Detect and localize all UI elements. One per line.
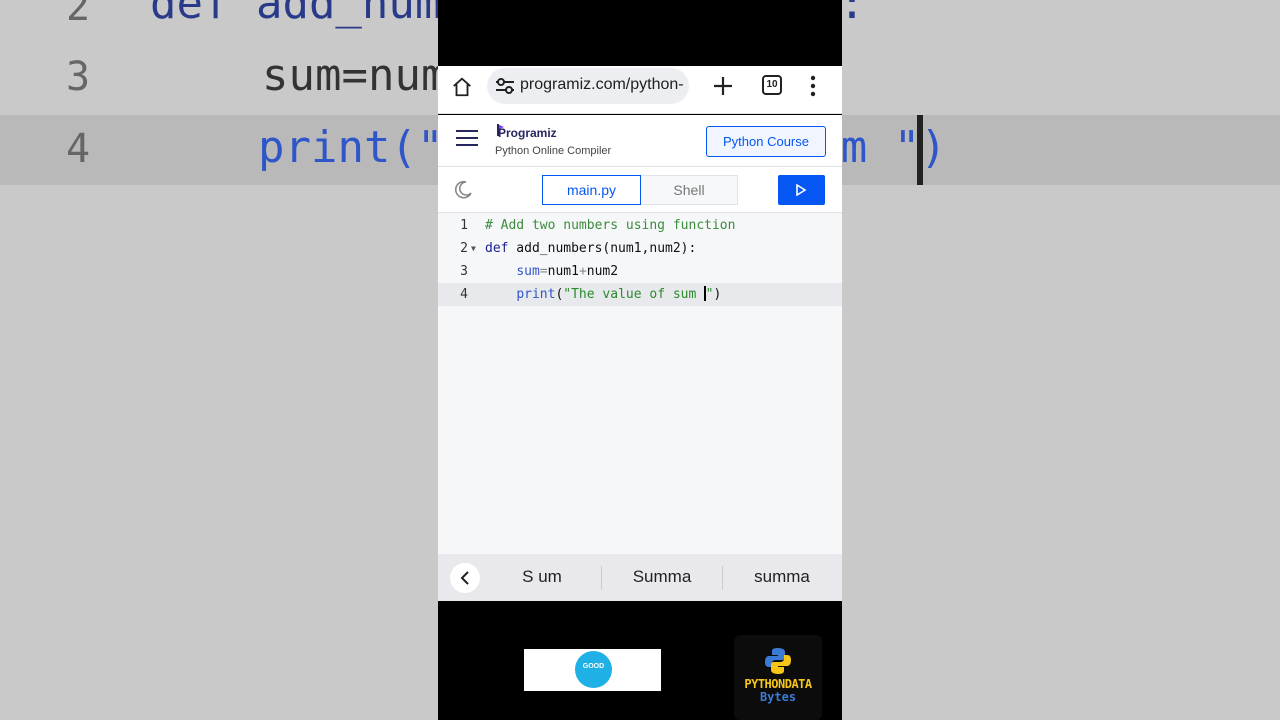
plus-icon[interactable]: [711, 74, 735, 98]
python-logo-icon: [765, 648, 791, 674]
hamburger-icon[interactable]: [456, 130, 478, 148]
keyboard-suggestions: S um Summa summa: [438, 554, 842, 601]
tab-shell[interactable]: Shell: [641, 175, 738, 205]
suggestion-back-button[interactable]: [450, 563, 480, 593]
code-line-active: 4 print("The value of sum "): [438, 283, 842, 306]
browser-bar: programiz.com/python-programming/online-…: [438, 66, 842, 114]
more-vert-icon[interactable]: [809, 75, 817, 97]
editor-toolbar: main.py Shell: [438, 167, 842, 213]
code-text: sum=num1+num2: [516, 264, 619, 279]
home-icon[interactable]: [451, 76, 473, 98]
channel-badge-left: GOOD: [524, 649, 661, 691]
bg-line-number-4: 4: [66, 126, 91, 172]
moon-icon[interactable]: [453, 180, 473, 200]
tabs-icon[interactable]: 10: [762, 75, 782, 95]
line-number: 2: [460, 241, 468, 256]
good-logo: GOOD: [575, 651, 612, 688]
url-text: programiz.com/python-programming/online-…: [520, 76, 684, 93]
code-text: def add_numbers(num1,num2):: [485, 241, 697, 256]
site-subtitle: Python Online Compiler: [495, 145, 612, 157]
code-line: 3 sum=num1+num2: [438, 260, 842, 283]
code-text: # Add two numbers using function: [485, 218, 736, 233]
tab-main-py[interactable]: main.py: [542, 175, 641, 205]
line-number: 1: [460, 218, 468, 233]
phone-screen: programiz.com/python-programming/online-…: [438, 0, 842, 720]
tune-icon[interactable]: [495, 77, 515, 95]
brand-name-line1: PYTHONDATA: [744, 677, 812, 691]
url-bar[interactable]: programiz.com/python-programming/online-…: [487, 68, 689, 104]
play-icon: [796, 184, 807, 196]
suggestion-3[interactable]: summa: [722, 567, 842, 587]
code-line: 2 ▼ def add_numbers(num1,num2):: [438, 237, 842, 260]
suggestion-1[interactable]: S um: [482, 567, 602, 587]
python-course-button[interactable]: Python Course: [706, 126, 826, 157]
suggestion-2[interactable]: Summa: [602, 567, 722, 587]
bg-cursor: [917, 115, 923, 185]
brand-name-line2: Bytes: [759, 690, 797, 704]
line-number: 3: [460, 264, 468, 279]
bg-line-number-3: 3: [66, 54, 91, 100]
bg-line-number-2: 2: [66, 0, 91, 30]
line-number: 4: [460, 287, 468, 302]
fold-arrow-icon[interactable]: ▼: [471, 237, 476, 260]
code-editor[interactable]: 1 # Add two numbers using function 2 ▼ d…: [438, 213, 842, 554]
run-button[interactable]: [778, 175, 825, 205]
code-text: print("The value of sum "): [516, 286, 722, 302]
code-line: 1 # Add two numbers using function: [438, 214, 842, 237]
channel-badge-right: PYTHONDATA Bytes: [734, 635, 822, 720]
site-logo[interactable]: Programiz: [498, 126, 557, 140]
chevron-left-icon: [460, 571, 469, 585]
site-header: Programiz Python Online Compiler Python …: [438, 115, 842, 167]
